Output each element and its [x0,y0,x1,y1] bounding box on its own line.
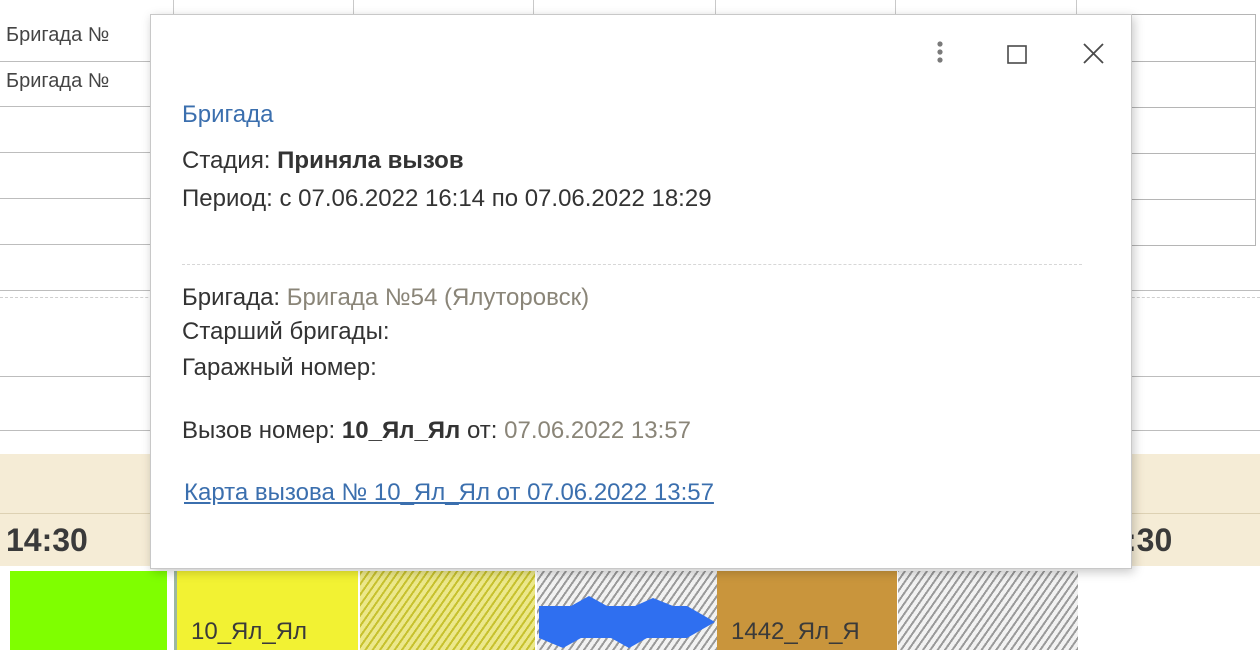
garage-line: Гаражный номер: [182,354,377,381]
grid-column-line [895,0,896,15]
popup-divider [182,264,1082,265]
schedule-bar-hatched[interactable] [360,571,535,650]
close-button[interactable] [1077,37,1111,71]
row-divider [0,152,150,153]
grid-column-line [715,0,716,15]
bar-label: 10_Ял_Ял [191,618,308,645]
more-actions-button[interactable] [923,37,957,71]
schedule-bar-brown[interactable]: 1442_Ял_Я [717,571,897,650]
close-icon [1083,43,1104,64]
brigade-popup: Бригада Стадия: Приняла вызов Период: с … [150,14,1132,569]
row-divider [1130,376,1260,377]
call-card-link[interactable]: Карта вызова № 10_Ял_Ял от 07.06.2022 13… [184,479,714,507]
senior-line: Старший бригады: [182,318,390,345]
schedule-bar-green[interactable] [10,571,167,650]
period-line: Период: с 07.06.2022 16:14 по 07.06.2022… [182,185,712,212]
brigade-value: Бригада №54 (Ялуторовск) [286,284,590,311]
grid-column-line [1076,0,1077,15]
row-divider [0,376,150,377]
brigade-row-label[interactable]: Бригада № [6,70,109,93]
row-divider [0,290,150,291]
call-datetime: 07.06.2022 13:57 [504,417,691,444]
grid-column-line [353,0,354,15]
schedule-bar-call[interactable]: 10_Ял_Ял [174,571,358,650]
row-divider [0,244,150,245]
grid-column-line [173,0,174,15]
call-from-label: от: [466,417,498,444]
call-label: Вызов номер: [182,417,336,444]
kebab-menu-icon [937,41,943,63]
grid-column-line [533,0,534,15]
popup-title-link[interactable]: Бригада [182,101,273,129]
maximize-icon [1007,45,1027,64]
brigade-line: Бригада: Бригада №54 (Ялуторовск) [182,284,589,312]
maximize-button[interactable] [1000,37,1034,71]
row-divider [1130,290,1260,291]
stage-value: Приняла вызов [277,147,464,174]
brigade-row-label[interactable]: Бригада № [6,24,109,47]
row-divider [1130,430,1260,431]
bar-label: 1442_Ял_Я [731,618,860,645]
call-number: 10_Ял_Ял [341,417,461,444]
row-divider [0,61,150,62]
row-divider [0,106,150,107]
stage-line: Стадия: Приняла вызов [182,147,464,175]
stage-label: Стадия: [182,147,271,174]
time-label-right: :30 [1126,522,1173,558]
brigade-label: Бригада: [182,284,281,311]
schedule-bar-hatched-grey[interactable] [898,571,1078,650]
time-label-left: 14:30 [6,522,88,558]
route-arrow-icon [539,596,715,648]
row-divider [0,430,150,431]
call-line: Вызов номер: 10_Ял_Ял от: 07.06.2022 13:… [182,417,691,445]
row-divider [0,198,150,199]
right-grid-area [1128,14,1256,246]
